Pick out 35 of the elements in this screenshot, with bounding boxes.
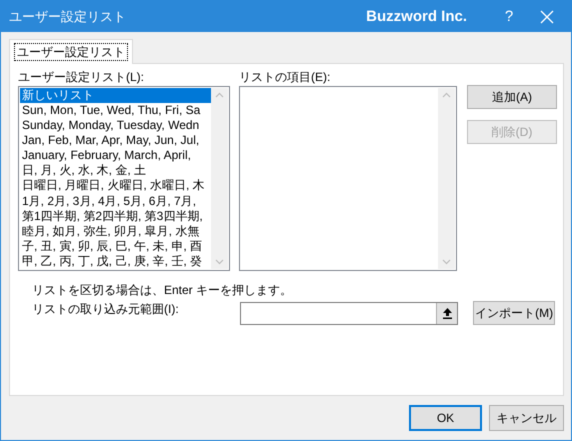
ok-button[interactable]: OK <box>409 405 482 431</box>
list-item[interactable]: 新しいリスト <box>20 88 211 104</box>
help-button[interactable]: ? <box>493 1 525 32</box>
scroll-up-icon[interactable] <box>215 92 224 98</box>
list-item[interactable]: Sun, Mon, Tue, Wed, Thu, Fri, Sa <box>20 103 211 118</box>
scrollbar[interactable] <box>211 88 228 269</box>
list-item[interactable]: Sunday, Monday, Tuesday, Wedn <box>20 118 211 134</box>
cancel-button[interactable]: キャンセル <box>489 405 564 431</box>
list-item[interactable]: 第1四半期, 第2四半期, 第3四半期, <box>20 208 211 224</box>
list-item[interactable]: 子, 丑, 寅, 卯, 辰, 巳, 午, 未, 申, 酉 <box>20 238 211 254</box>
scrollbar[interactable] <box>438 88 455 269</box>
list-item[interactable]: 甲, 乙, 丙, 丁, 戊, 己, 庚, 辛, 壬, 癸 <box>20 254 211 269</box>
list-entries-label: リストの項目(E): <box>239 70 332 84</box>
hint-text: リストを区切る場合は、Enter キーを押します。 <box>32 282 294 299</box>
scroll-up-icon[interactable] <box>442 92 451 98</box>
list-item[interactable]: 1月, 2月, 3月, 4月, 5月, 6月, 7月, <box>20 194 211 209</box>
import-button[interactable]: インポート(M) <box>473 301 555 325</box>
upload-arrow-icon <box>442 308 452 319</box>
list-item[interactable]: 日, 月, 火, 水, 木, 金, 土 <box>20 163 211 178</box>
import-range-label: リストの取り込み元範囲(I): <box>32 301 180 318</box>
close-icon[interactable] <box>540 10 554 24</box>
range-picker-button[interactable] <box>436 303 458 324</box>
list-item[interactable]: January, February, March, April, <box>20 148 211 164</box>
tab[interactable]: ユーザー設定リスト <box>9 39 133 64</box>
custom-lists-label: ユーザー設定リスト(L): <box>18 70 145 84</box>
list-item[interactable]: 日曜日, 月曜日, 火曜日, 水曜日, 木 <box>20 178 211 194</box>
scroll-down-icon[interactable] <box>215 259 224 265</box>
scroll-down-icon[interactable] <box>442 259 451 265</box>
window-title: ユーザー設定リスト <box>9 8 127 26</box>
brand-name: Buzzword Inc. <box>366 8 467 25</box>
list-item[interactable]: Jan, Feb, Mar, Apr, May, Jun, Jul, <box>20 133 211 148</box>
add-button[interactable]: 追加(A) <box>467 85 557 109</box>
import-range-field[interactable] <box>240 302 458 325</box>
list-item[interactable]: 睦月, 如月, 弥生, 卯月, 皐月, 水無 <box>20 224 211 239</box>
list-entries-box[interactable] <box>239 86 457 271</box>
